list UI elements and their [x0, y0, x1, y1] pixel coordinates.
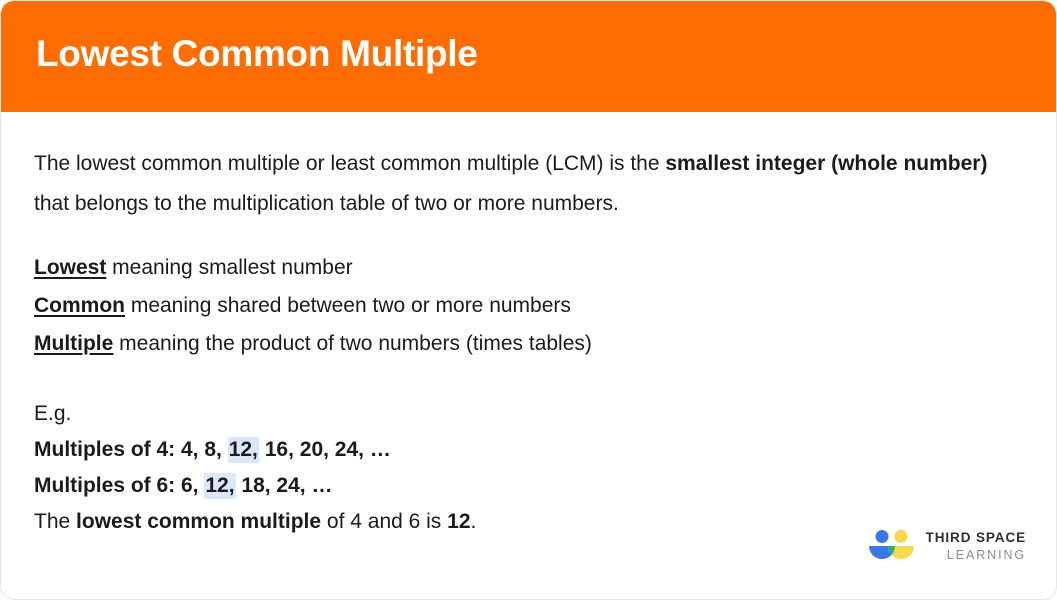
- logo-name-bottom: LEARNING: [946, 547, 1026, 562]
- multiples-of-6-line: Multiples of 6: 6, 12, 18, 24, …: [34, 473, 332, 499]
- conclusion-part2: of 4 and 6 is: [321, 510, 448, 533]
- example-label: E.g.: [34, 402, 72, 425]
- conclusion-bold-phrase: lowest common multiple: [76, 510, 322, 533]
- multiples-of-6-prefix: Multiples of 6: 6,: [34, 474, 205, 497]
- intro-bold-phrase: smallest integer (whole number): [665, 152, 988, 175]
- example-block: E.g. Multiples of 4: 4, 8, 12, 16, 20, 24…: [34, 363, 1025, 540]
- lesson-card: Lowest Common Multiple The lowest common…: [0, 0, 1057, 600]
- intro-paragraph: The lowest common multiple or least comm…: [34, 112, 994, 224]
- definition-term-common: Common: [34, 294, 125, 317]
- highlight-12-in-multiples-of-4: 12,: [227, 437, 259, 463]
- highlight-12-in-multiples-of-6: 12,: [204, 473, 236, 499]
- definitions-block: Lowest meaning smallest number Common mea…: [34, 224, 1025, 363]
- definition-meaning-common: meaning shared between two or more numbe…: [125, 294, 571, 317]
- conclusion-line: The lowest common multiple of 4 and 6 is…: [34, 510, 476, 533]
- two-people-logo-icon: [868, 530, 914, 559]
- multiples-of-4-suffix: 16, 20, 24, …: [258, 438, 391, 461]
- multiples-of-4-line: Multiples of 4: 4, 8, 12, 16, 20, 24, …: [34, 437, 391, 463]
- conclusion-part3: .: [470, 510, 477, 533]
- third-space-learning-logo: THIRD SPACE LEARNING: [868, 529, 1026, 563]
- multiples-of-4-prefix: Multiples of 4: 4, 8,: [34, 438, 228, 461]
- card-header: Lowest Common Multiple: [1, 1, 1056, 112]
- page-title: Lowest Common Multiple: [36, 33, 478, 74]
- logo-wordmark: THIRD SPACE LEARNING: [926, 531, 1026, 561]
- conclusion-part1: The: [34, 510, 77, 533]
- definition-meaning-multiple: meaning the product of two numbers (time…: [113, 332, 592, 355]
- conclusion-answer: 12: [447, 510, 471, 533]
- intro-text-part2: that belongs to the multiplication table…: [34, 192, 619, 215]
- card-body: The lowest common multiple or least comm…: [1, 112, 1056, 599]
- definition-term-lowest: Lowest: [34, 256, 107, 279]
- intro-text-part1: The lowest common multiple or least comm…: [34, 152, 666, 175]
- multiples-of-6-suffix: 18, 24, …: [235, 474, 333, 497]
- definition-term-multiple: Multiple: [34, 332, 114, 355]
- definition-meaning-lowest: meaning smallest number: [106, 256, 353, 279]
- logo-name-top: THIRD SPACE: [925, 530, 1026, 545]
